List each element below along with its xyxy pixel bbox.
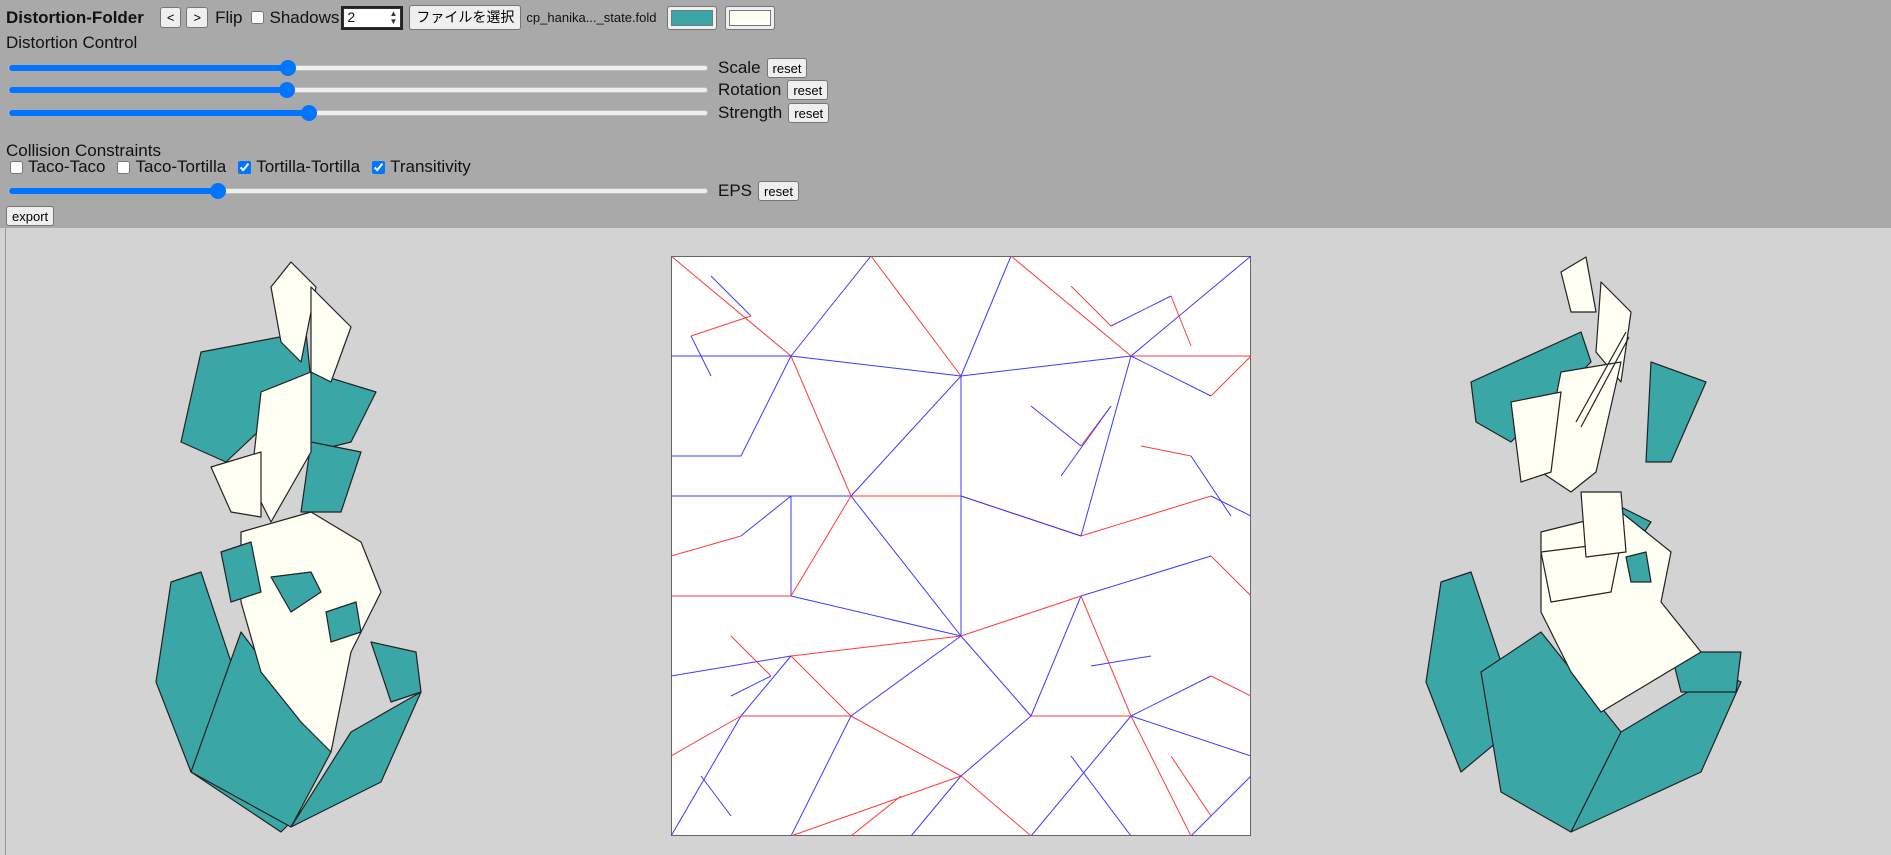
strength-slider-row: Strength reset — [8, 103, 830, 123]
folded-model-back-view[interactable] — [1421, 252, 1781, 852]
model-face — [1580, 491, 1627, 558]
strength-reset-button[interactable]: reset — [788, 103, 830, 123]
flip-label: Flip — [215, 7, 243, 27]
folded-model-front-view[interactable] — [151, 252, 511, 852]
front-color-picker[interactable] — [666, 5, 717, 30]
scale-slider-thumb[interactable] — [280, 60, 297, 76]
rotation-reset-button[interactable]: reset — [787, 80, 829, 100]
export-button[interactable]: export — [6, 206, 55, 226]
app-title: Distortion-Folder — [6, 7, 144, 27]
back-color-swatch — [728, 9, 771, 26]
strength-label: Strength — [718, 103, 783, 122]
shadows-label: Shadows — [269, 7, 340, 27]
taco-taco-checkbox[interactable] — [10, 160, 23, 174]
eps-slider[interactable] — [8, 183, 708, 199]
shadows-number-input[interactable]: 2 ▲ ▼ — [341, 5, 404, 30]
taco-tortilla-label: Taco-Tortilla — [135, 157, 227, 176]
scale-reset-button[interactable]: reset — [766, 58, 808, 78]
scale-slider-fill — [9, 65, 289, 71]
rotation-slider[interactable] — [8, 82, 708, 98]
eps-label: EPS — [718, 181, 753, 200]
shadows-number-value: 2 — [347, 8, 356, 25]
taco-taco-label: Taco-Taco — [28, 157, 106, 176]
tortilla-tortilla-checkbox[interactable] — [238, 160, 252, 174]
eps-slider-thumb[interactable] — [210, 183, 227, 199]
shadows-checkbox[interactable] — [251, 11, 265, 24]
distortion-heading: Distortion Control — [6, 33, 138, 52]
next-button[interactable]: > — [186, 7, 209, 28]
model-face — [1560, 256, 1597, 313]
prev-button[interactable]: < — [159, 7, 182, 28]
strength-slider-thumb[interactable] — [301, 105, 318, 121]
crease-pattern-view[interactable] — [671, 256, 1251, 836]
tortilla-tortilla-label: Tortilla-Tortilla — [256, 157, 361, 176]
spinner-arrows-icon[interactable]: ▲ ▼ — [390, 9, 398, 26]
model-face — [1645, 361, 1707, 463]
header-row: Distortion-Folder < > Flip Shadows 2 ▲ ▼ … — [6, 5, 775, 30]
eps-reset-button[interactable]: reset — [758, 181, 799, 201]
file-select-button[interactable]: ファイルを選択 — [409, 5, 522, 30]
model-face — [310, 286, 352, 383]
rotation-label: Rotation — [718, 80, 782, 99]
strength-slider[interactable] — [8, 105, 708, 121]
scale-label: Scale — [718, 58, 761, 77]
model-face — [1625, 551, 1652, 583]
rotation-slider-fill — [9, 87, 287, 93]
scale-slider-row: Scale reset — [8, 58, 808, 78]
eps-slider-fill — [9, 188, 219, 194]
model-face — [310, 371, 377, 453]
fold-viewport — [5, 228, 1891, 855]
model-face — [210, 451, 262, 518]
eps-slider-row: EPS reset — [8, 181, 799, 201]
transitivity-checkbox[interactable] — [372, 160, 386, 174]
front-color-swatch — [670, 9, 713, 26]
strength-slider-fill — [9, 110, 310, 116]
file-name: cp_hanika..._state.fold — [526, 10, 657, 25]
control-panel: Distortion-Folder < > Flip Shadows 2 ▲ ▼ … — [0, 0, 1891, 228]
collision-options: Taco-Taco Taco-Tortilla Tortilla-Tortill… — [6, 157, 471, 177]
model-face — [370, 641, 422, 703]
rotation-slider-row: Rotation reset — [8, 80, 829, 100]
back-color-picker[interactable] — [724, 5, 775, 30]
rotation-slider-thumb[interactable] — [278, 82, 295, 98]
scale-slider[interactable] — [8, 60, 708, 76]
transitivity-label: Transitivity — [390, 157, 471, 176]
taco-tortilla-checkbox[interactable] — [117, 160, 131, 174]
